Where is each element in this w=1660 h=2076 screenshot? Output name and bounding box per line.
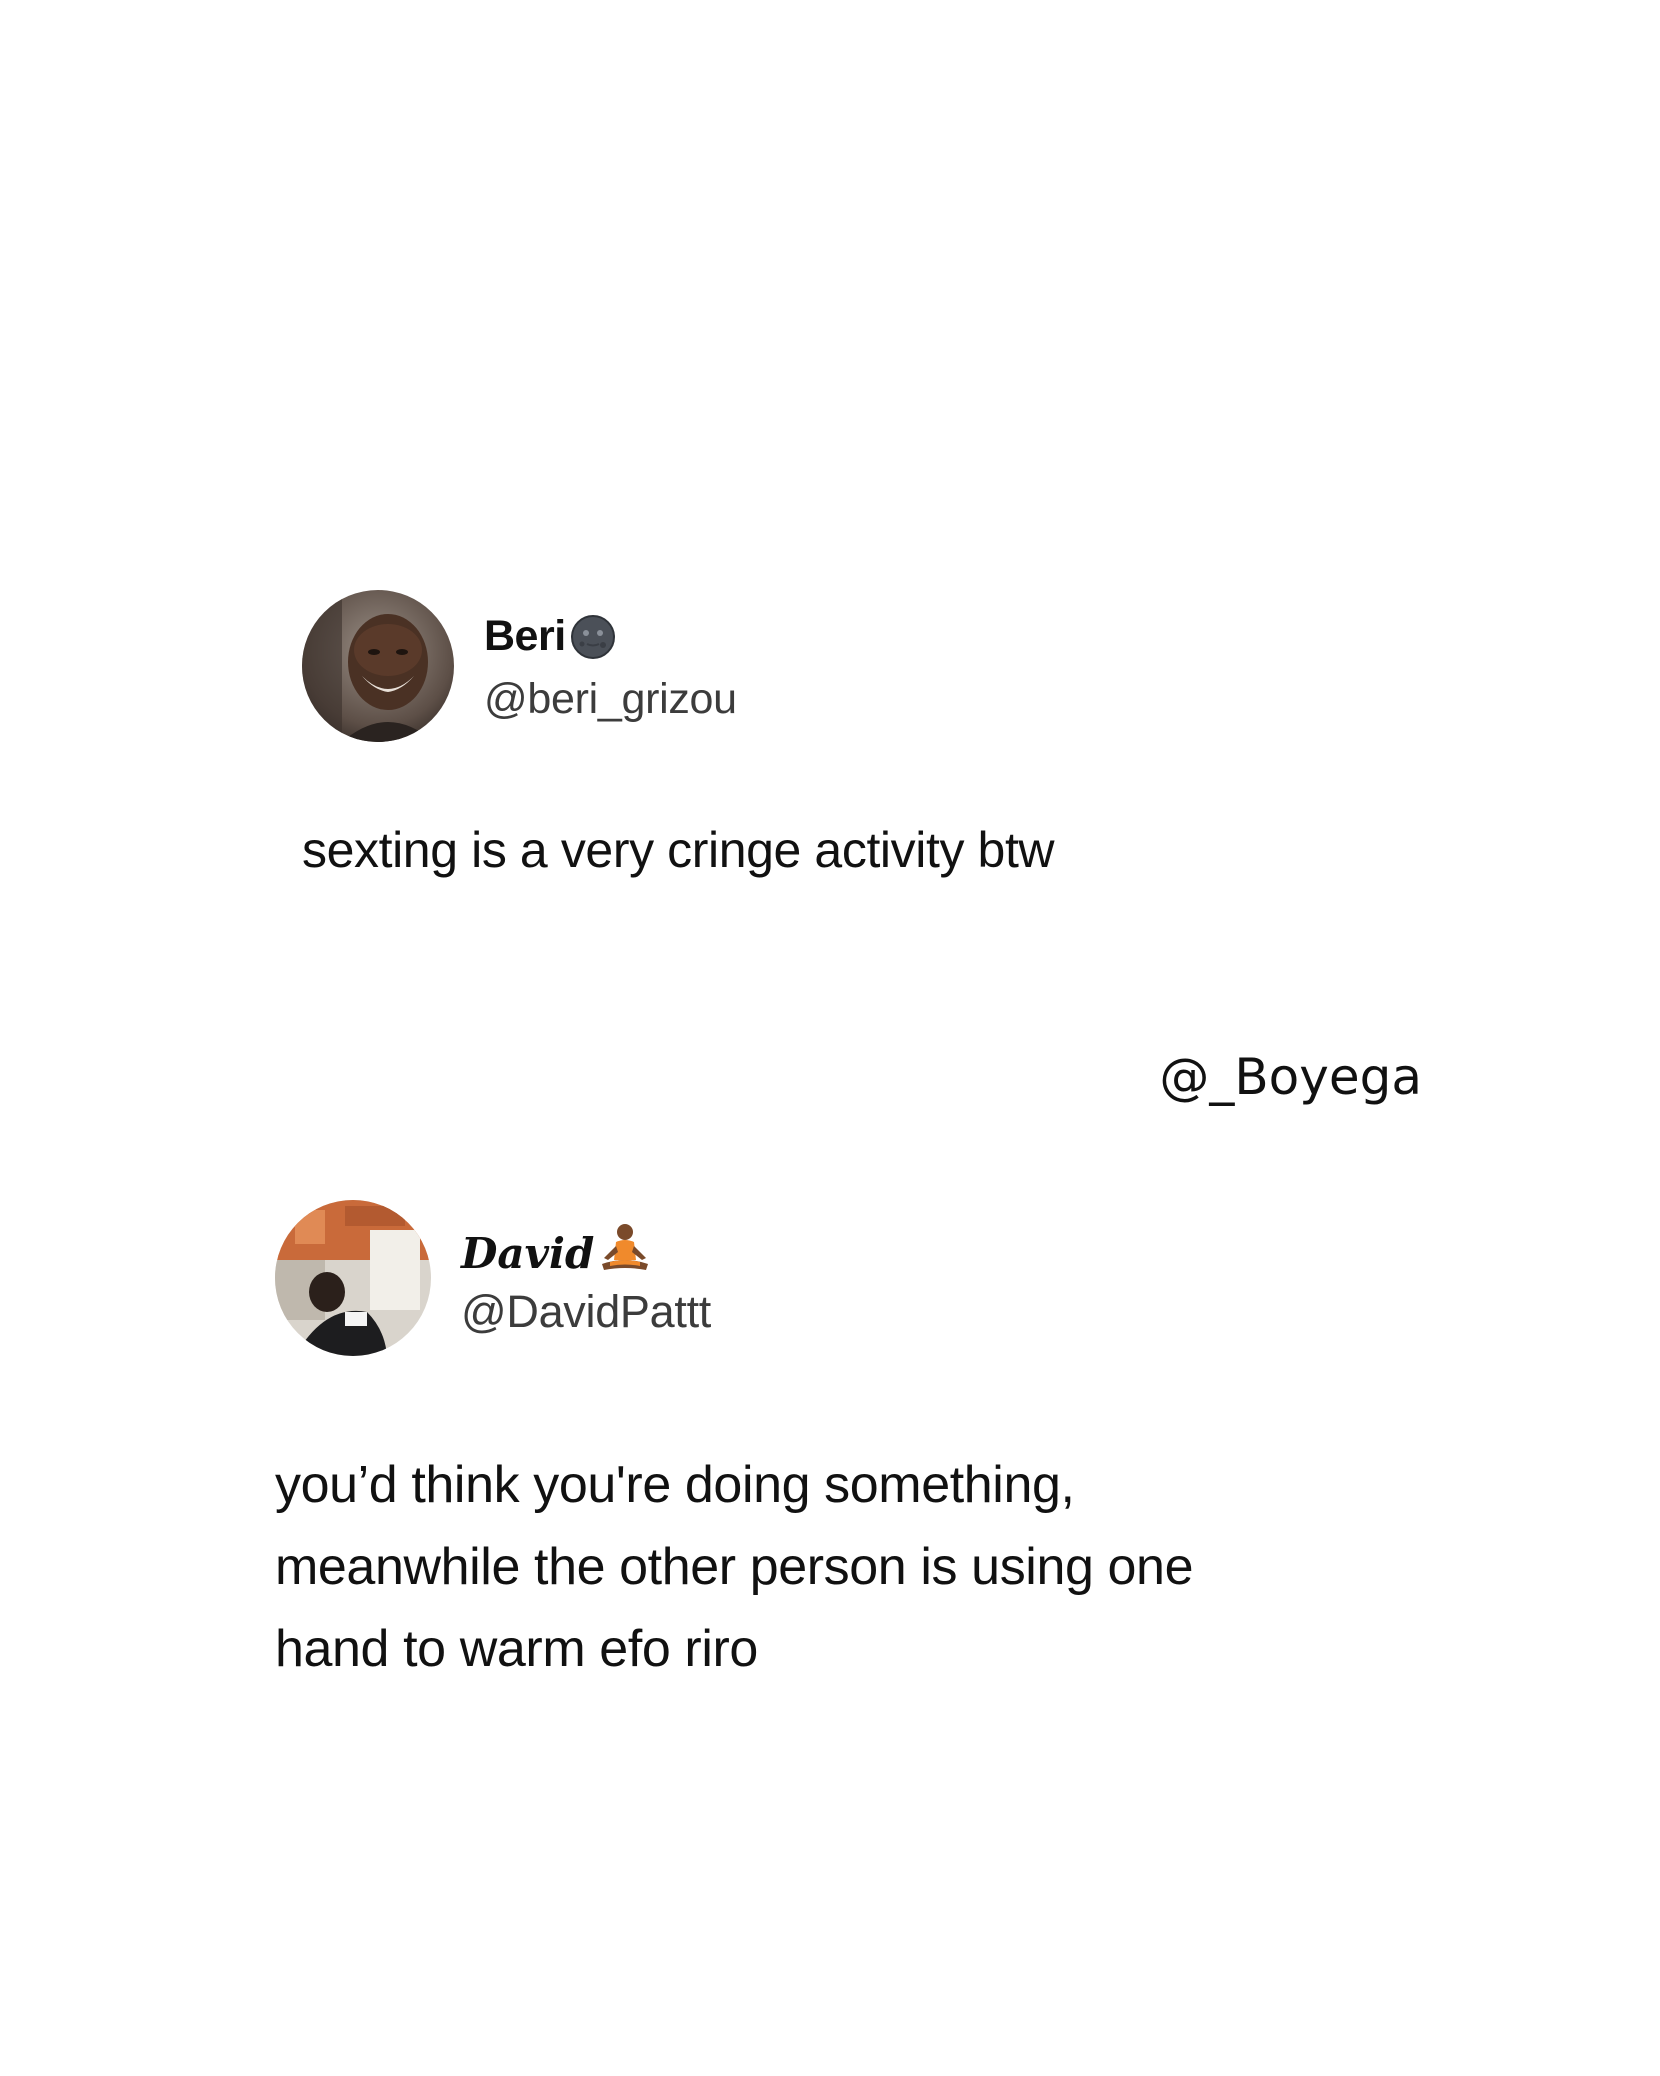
new-moon-face-icon xyxy=(570,614,616,660)
avatar[interactable] xyxy=(302,590,454,742)
watermark-credit: @_Boyega xyxy=(1159,1048,1422,1106)
avatar-photo xyxy=(275,1200,431,1356)
user-handle[interactable]: @DavidPattt xyxy=(461,1286,711,1338)
tweet-text-line: you’d think you're doing something, xyxy=(275,1456,1075,1514)
tweet-text-line: meanwhile the other person is using one xyxy=(275,1538,1194,1596)
person-in-lotus-position-icon xyxy=(596,1220,654,1278)
display-name[interactable]: David xyxy=(461,1229,594,1278)
avatar[interactable] xyxy=(275,1200,431,1356)
tweet-text-line: hand to warm efo riro xyxy=(275,1620,758,1678)
tweet-author: David @DavidPattt xyxy=(275,1200,1425,1356)
avatar-photo xyxy=(302,590,454,742)
tweet-card-2: David @DavidPattt you’d think you're doi… xyxy=(275,1200,1425,1690)
tweet-text: sexting is a very cringe activity btw xyxy=(302,822,1055,878)
tweet-text: you’d think you're doing something, mean… xyxy=(275,1444,1375,1690)
display-name[interactable]: Beri xyxy=(484,612,566,661)
tweet-author: Beri @beri_grizou xyxy=(302,590,1402,742)
user-handle[interactable]: @beri_grizou xyxy=(484,675,737,724)
tweet-card-1: Beri @beri_grizou sexting is a very crin… xyxy=(302,590,1402,880)
